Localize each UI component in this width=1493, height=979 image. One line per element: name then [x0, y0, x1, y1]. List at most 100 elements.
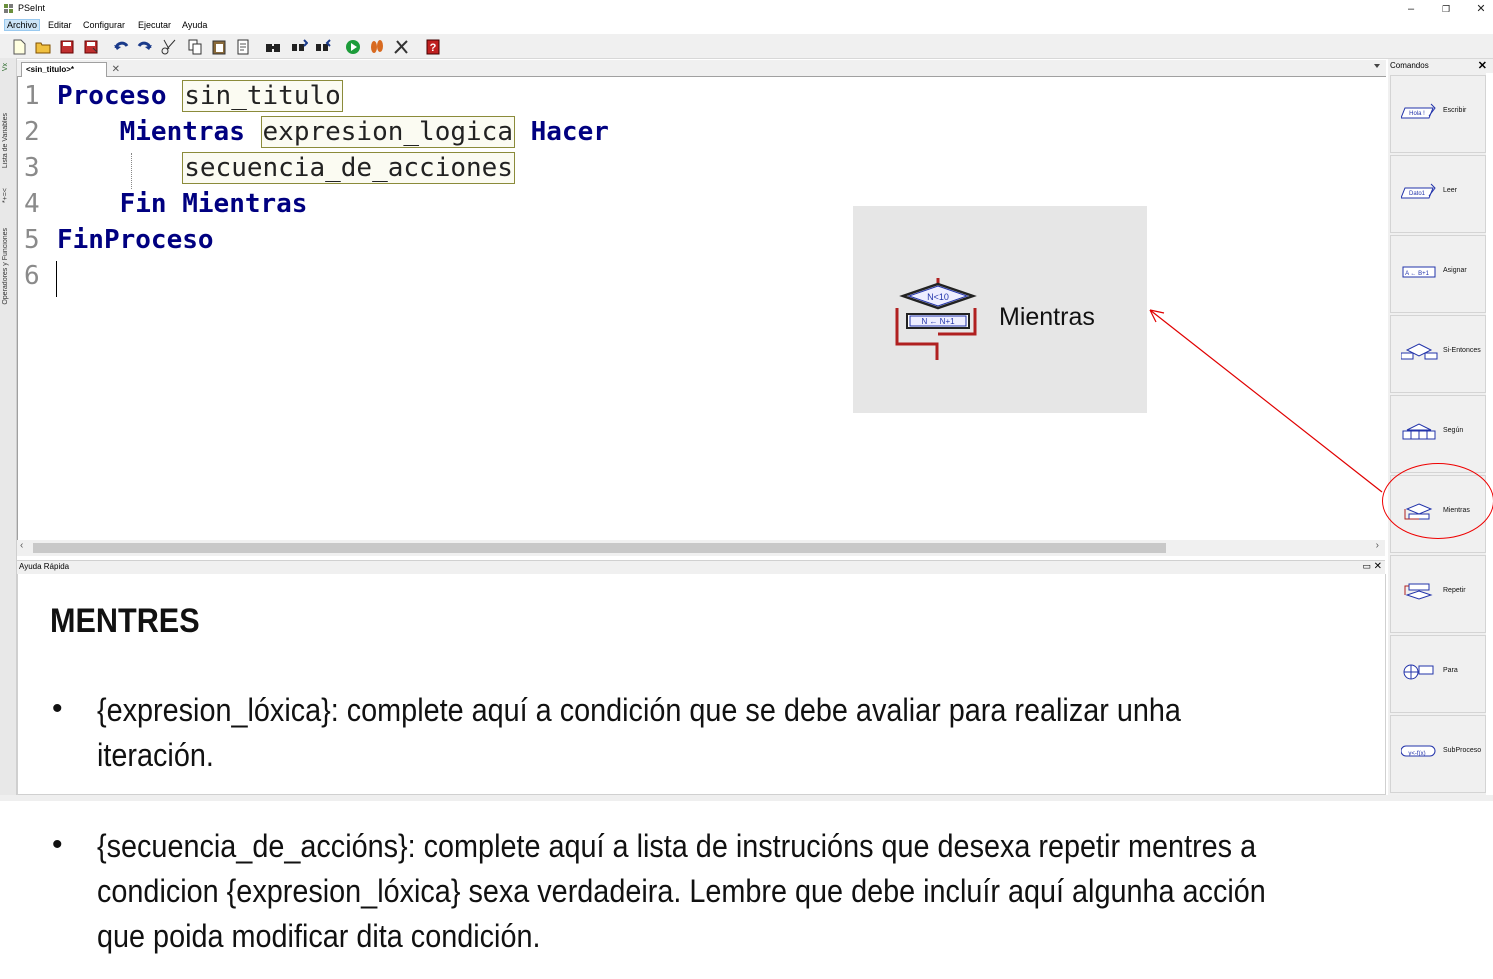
- code-line[interactable]: secuencia_de_acciones: [57, 152, 515, 184]
- help-heading: MENTRES: [50, 602, 200, 640]
- command-label: Escribir: [1443, 107, 1467, 114]
- scroll-left-icon[interactable]: ‹: [20, 540, 23, 551]
- menu-bar: Archivo Editar Configurar Ejecutar Ayuda: [0, 18, 1493, 34]
- menu-ayuda[interactable]: Ayuda: [180, 20, 209, 30]
- placeholder[interactable]: sin_titulo: [182, 80, 343, 112]
- commands-title: Comandos: [1390, 61, 1429, 70]
- command-label: Asignar: [1443, 267, 1467, 274]
- tab-label: <sin_titulo>*: [26, 65, 75, 74]
- app-logo-icon: [4, 4, 13, 13]
- command-read[interactable]: Dato1 Leer: [1390, 155, 1486, 233]
- maximize-panel-icon[interactable]: ▭: [1362, 561, 1371, 572]
- save-icon[interactable]: [58, 38, 76, 56]
- close-button[interactable]: ✕: [1466, 1, 1493, 17]
- left-side-panel: Vx Lista de Variables *+=< Operadores y …: [0, 58, 17, 800]
- minimize-button[interactable]: –: [1396, 1, 1426, 17]
- keyword: Mientras: [119, 117, 245, 147]
- zoom-label: Mientras: [999, 303, 1095, 331]
- scrollbar-thumb[interactable]: [33, 543, 1166, 553]
- find-next-icon[interactable]: [314, 38, 332, 56]
- window-title: PSeInt: [18, 3, 46, 13]
- quick-help-header: Ayuda Rápida ▭ ✕: [17, 560, 1385, 575]
- operators-functions-tab[interactable]: Operadores y Funciones: [2, 228, 9, 305]
- assign-icon: A ← B+1: [1402, 266, 1436, 278]
- redo-icon[interactable]: [136, 38, 154, 56]
- restore-button[interactable]: ❐: [1431, 1, 1461, 17]
- help-bullet-2-line-1: {secuencia_de_accións}: complete aquí a …: [97, 828, 1257, 864]
- placeholder[interactable]: secuencia_de_acciones: [182, 152, 515, 184]
- indent-guide: [131, 153, 132, 189]
- line-number: 3: [24, 153, 40, 183]
- command-label: Leer: [1443, 187, 1458, 194]
- repeat-icon: [1404, 583, 1433, 600]
- if-then-icon: [1401, 343, 1438, 360]
- close-panel-icon[interactable]: ✕: [1374, 561, 1382, 572]
- menu-archivo[interactable]: Archivo: [4, 19, 41, 31]
- find-icon[interactable]: [264, 38, 282, 56]
- keyword: Hacer: [530, 117, 609, 147]
- bullet-marker: •: [52, 692, 63, 725]
- open-folder-icon[interactable]: [34, 38, 52, 56]
- annotation-circle: [1382, 463, 1493, 539]
- tab-sin-titulo[interactable]: <sin_titulo>* ✕: [21, 62, 120, 77]
- command-for[interactable]: Para: [1390, 635, 1486, 713]
- menu-editar[interactable]: Editar: [46, 20, 74, 30]
- scroll-right-icon[interactable]: ›: [1376, 540, 1379, 551]
- new-file-icon[interactable]: [10, 38, 28, 56]
- code-line[interactable]: Mientras expresion_logica Hacer: [57, 116, 609, 148]
- command-icon-text: A ← B+1: [1405, 271, 1430, 277]
- edit-icon[interactable]: [234, 38, 252, 56]
- code-editor[interactable]: 1 Proceso sin_titulo 2 Mientras expresion_…: [17, 77, 1386, 540]
- help-bullet-2: {secuencia_de_accións}: complete aquí a …: [97, 824, 1357, 959]
- command-icon-text: Dato1: [1409, 191, 1426, 197]
- commands-panel: Hola ! Escribir Dato1 Leer A ← B+1 Asignar Si-…: [1388, 73, 1486, 795]
- switch-icon: [1402, 423, 1436, 440]
- menu-ejecutar[interactable]: Ejecutar: [136, 20, 173, 30]
- close-tab-icon[interactable]: ✕: [112, 63, 120, 77]
- command-label: Si-Entonces: [1443, 347, 1481, 354]
- code-line[interactable]: Proceso sin_titulo: [57, 80, 343, 112]
- close-commands-icon[interactable]: ✕: [1478, 59, 1487, 72]
- command-switch[interactable]: Según: [1390, 395, 1486, 473]
- command-label: Repetir: [1443, 587, 1466, 594]
- undo-icon[interactable]: [112, 38, 130, 56]
- debug-icon[interactable]: [392, 38, 410, 56]
- code-line[interactable]: FinProceso: [57, 225, 214, 255]
- command-icon-text: y<-f(x): [1408, 751, 1425, 757]
- svg-text:?: ?: [430, 42, 437, 54]
- quick-help-title: Ayuda Rápida: [19, 562, 70, 571]
- run-icon[interactable]: [344, 38, 362, 56]
- find-previous-icon[interactable]: [290, 38, 308, 56]
- command-subprocess[interactable]: y<-f(x) SubProceso: [1390, 715, 1486, 793]
- while-flowchart-icon: N<10 N ← N+1: [895, 278, 977, 360]
- keyword: FinProceso: [57, 225, 214, 255]
- menu-configurar[interactable]: Configurar: [81, 20, 127, 30]
- tab-list-chevron-down-icon[interactable]: [1374, 64, 1380, 68]
- code-line[interactable]: Fin Mientras: [57, 189, 308, 219]
- help-bullet-2-line-3: que poida modificar dita condición.: [97, 918, 541, 954]
- horizontal-scrollbar[interactable]: ‹ ›: [17, 540, 1385, 556]
- paste-icon[interactable]: [210, 38, 228, 56]
- command-label: Para: [1443, 667, 1458, 674]
- variables-list-tab[interactable]: Lista de Variables: [2, 113, 9, 168]
- line-number: 2: [24, 117, 40, 147]
- copy-icon[interactable]: [186, 38, 204, 56]
- command-if-then[interactable]: Si-Entonces: [1390, 315, 1486, 393]
- cut-icon[interactable]: [160, 38, 178, 56]
- placeholder[interactable]: expresion_logica: [260, 116, 515, 148]
- command-label: SubProceso: [1443, 747, 1482, 754]
- editor-tab-bar: <sin_titulo>* ✕: [17, 60, 1386, 77]
- command-repeat[interactable]: Repetir: [1390, 555, 1486, 633]
- zoomed-command-preview: N<10 N ← N+1 Mientras: [853, 206, 1147, 413]
- command-assign[interactable]: A ← B+1 Asignar: [1390, 235, 1486, 313]
- command-write[interactable]: Hola ! Escribir: [1390, 75, 1486, 153]
- command-label: Según: [1443, 427, 1464, 434]
- step-by-step-icon[interactable]: [368, 38, 386, 56]
- save-as-icon[interactable]: [82, 38, 100, 56]
- help-icon[interactable]: ?: [424, 38, 442, 56]
- line-number: 6: [24, 261, 40, 291]
